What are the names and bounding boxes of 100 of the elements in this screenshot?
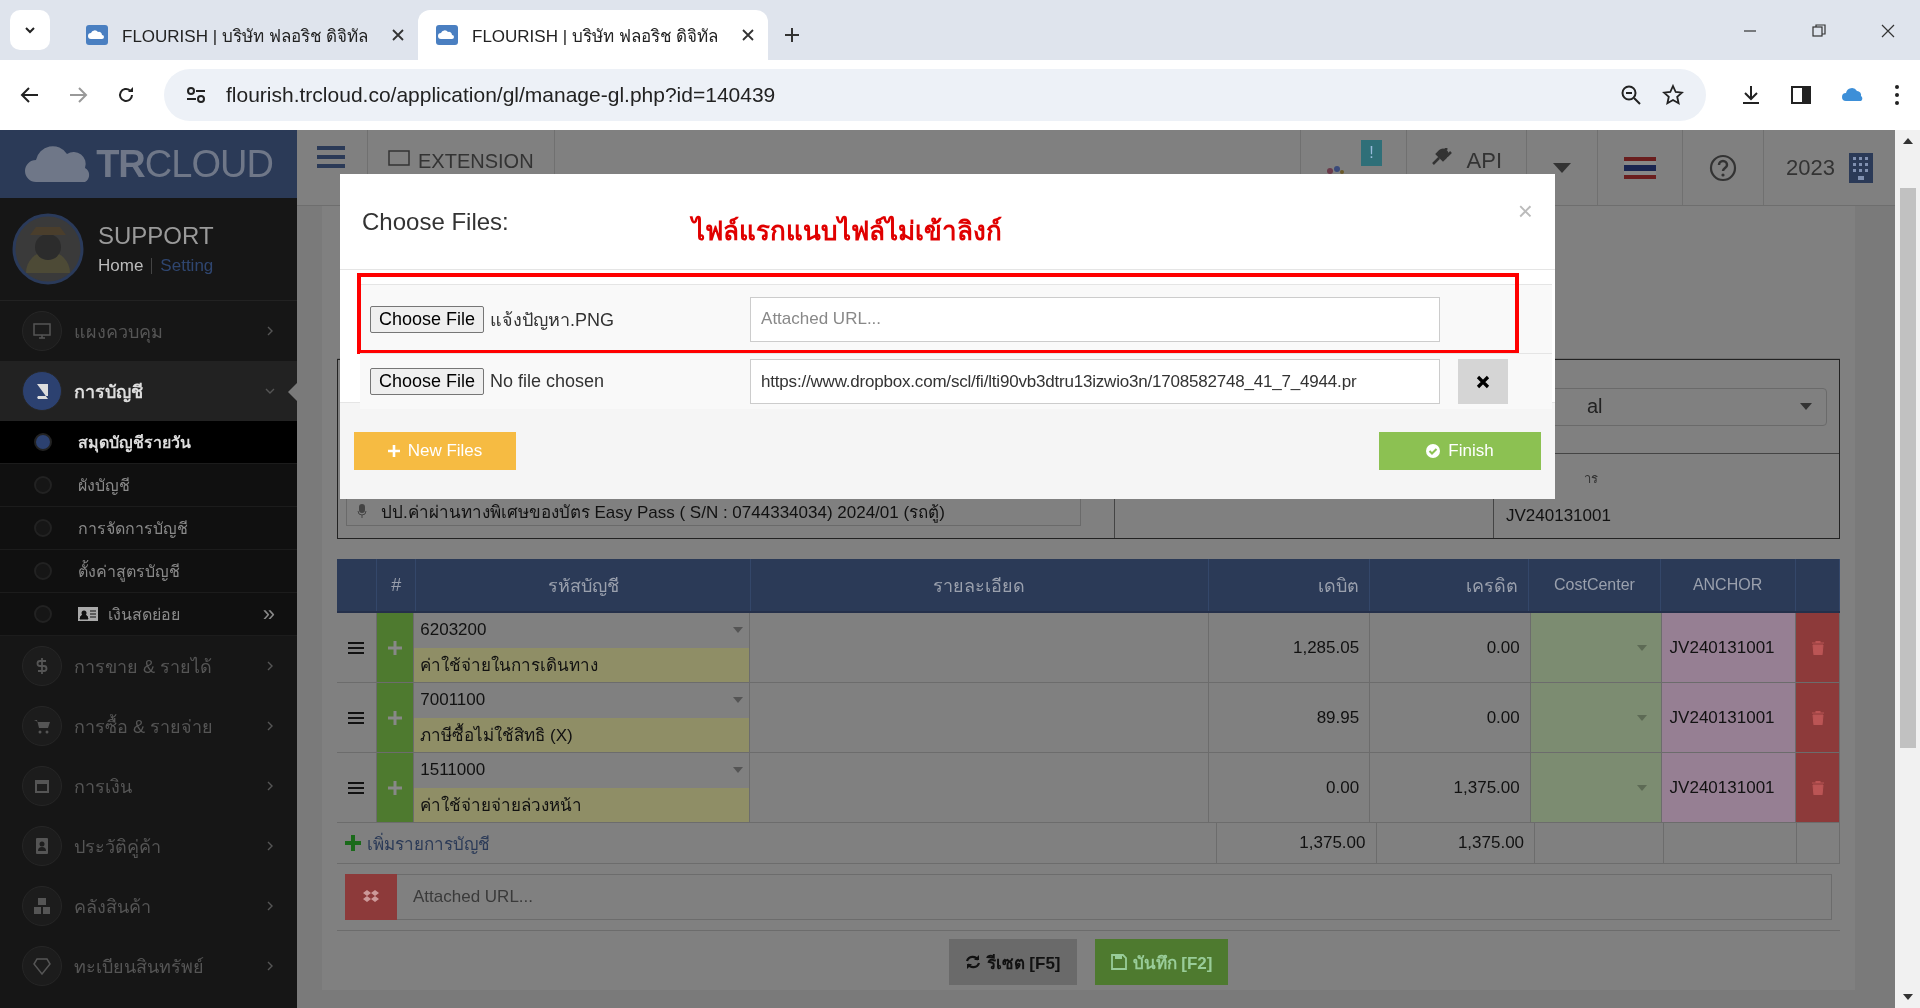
choose-file-button[interactable]: Choose File: [370, 368, 485, 395]
credit-cell[interactable]: 1,375.00: [1370, 753, 1531, 822]
restore-icon[interactable]: [1812, 24, 1826, 38]
plug-icon: [1430, 148, 1453, 166]
reload-icon[interactable]: [116, 85, 136, 105]
caret-icon: [1636, 784, 1647, 791]
choose-file-button[interactable]: Choose File: [370, 305, 485, 333]
dropbox-button[interactable]: [345, 874, 397, 920]
column-header: CostCenter: [1529, 559, 1661, 611]
account-select[interactable]: 6203200: [414, 613, 750, 648]
cloud-icon: [24, 144, 91, 184]
refresh-icon: [964, 954, 981, 970]
url-field[interactable]: https://www.dropbox.com/scl/fi/lti90vb3dtru13izwio3n/1708582748_41_7_4944.pr: [750, 359, 1441, 404]
contact-icon: [33, 837, 51, 855]
help-icon[interactable]: [1709, 153, 1738, 182]
close-icon[interactable]: [392, 29, 404, 41]
chevron-right-icon: [265, 961, 275, 971]
sidebar-item[interactable]: ทะเบียนสินทรัพย์: [0, 936, 297, 996]
account-select[interactable]: 1511000: [414, 753, 750, 788]
anchor-cell[interactable]: JV240131001: [1661, 753, 1797, 822]
scrollbar[interactable]: [1895, 130, 1920, 1008]
cart-icon: [33, 717, 51, 735]
trash-icon: [1811, 710, 1824, 725]
star-icon[interactable]: [1662, 84, 1684, 106]
logo-bar[interactable]: TRCLOUD: [0, 130, 297, 198]
back-icon[interactable]: [20, 85, 40, 105]
reset-button[interactable]: รีเซต [F5]: [948, 939, 1077, 985]
close-icon: [1476, 374, 1491, 389]
floppy-icon: [1110, 954, 1127, 970]
drag-handle-icon[interactable]: [348, 710, 365, 725]
caret-icon: [733, 697, 744, 704]
address-bar[interactable]: flourish.trcloud.co/application/gl/manage-gl.php?id=140439: [164, 69, 1706, 121]
account-name: ภาษีซื้อไม่ใช้สิทธิ (X): [414, 717, 750, 752]
sidebar-item[interactable]: แผงควบคุม: [0, 301, 297, 361]
chevron-right-icon: [265, 841, 275, 851]
download-icon[interactable]: [1740, 84, 1762, 106]
save-button[interactable]: บันทึก [F2]: [1094, 939, 1229, 985]
debit-cell[interactable]: 0.00: [1208, 753, 1371, 822]
debit-cell[interactable]: 89.95: [1208, 683, 1371, 752]
credit-cell[interactable]: 0.00: [1370, 683, 1531, 752]
diamond-icon: [33, 957, 51, 975]
caret-icon: [733, 627, 744, 634]
close-icon[interactable]: [1881, 24, 1895, 38]
logo-text: TRCLOUD: [96, 142, 273, 186]
account-name: ค่าใช้จ่ายจ่ายล่วงหน้า: [414, 787, 750, 822]
column-header: ANCHOR: [1660, 559, 1796, 611]
notification-badge: !: [1361, 140, 1382, 166]
remove-button[interactable]: [1458, 359, 1509, 404]
url-field[interactable]: Attached URL...: [750, 296, 1441, 342]
column-header: เครดิต: [1369, 559, 1530, 611]
drag-handle-icon[interactable]: [348, 640, 365, 655]
sidebar-item[interactable]: การเงิน: [0, 756, 297, 816]
sidebar-item[interactable]: ประวัติคู่ค้า: [0, 816, 297, 876]
add-row-link[interactable]: เพิ่มรายการบัญชี: [337, 823, 1217, 863]
sidebar-item[interactable]: คลังสินค้า: [0, 876, 297, 936]
sidebar-subitem[interactable]: การจัดการบัญชี: [0, 507, 297, 550]
attached-url-field[interactable]: Attached URL...: [397, 874, 1832, 920]
sidebar-item[interactable]: การซื้อ & รายจ่าย: [0, 696, 297, 756]
credit-total: 1,375.00: [1376, 823, 1536, 863]
drag-handle-icon[interactable]: [348, 780, 365, 795]
column-header: #: [377, 559, 416, 611]
caret-icon: [1800, 403, 1812, 410]
new-tab-icon[interactable]: [784, 27, 800, 43]
sidebar-item[interactable]: การขาย & รายได้: [0, 636, 297, 696]
caret-icon: [1636, 714, 1647, 721]
cubes-icon: [33, 897, 51, 915]
zoom-icon[interactable]: [1620, 84, 1642, 106]
menu-icon[interactable]: [1894, 84, 1900, 106]
credit-cell[interactable]: 0.00: [1370, 613, 1531, 682]
sidebar-subitem[interactable]: ตั้งค่าสูตรบัญชี: [0, 550, 297, 593]
sidebar-subitem[interactable]: เงินสดย่อย »: [0, 593, 297, 636]
scroll-down-icon[interactable]: [1902, 994, 1913, 1000]
cloud-icon: [86, 25, 108, 45]
close-icon[interactable]: [742, 29, 754, 41]
account-name: ค่าใช้จ่ายในการเดินทาง: [414, 647, 750, 682]
trash-icon: [1811, 640, 1824, 655]
year-label[interactable]: 2023: [1786, 154, 1835, 181]
side-panel-icon[interactable]: [1790, 84, 1812, 106]
sidebar-subitem[interactable]: สมุดบัญชีรายวัน: [0, 421, 297, 464]
site-info-icon[interactable]: [186, 86, 206, 104]
user-name: SUPPORT: [98, 222, 214, 250]
user-link[interactable]: Home: [98, 256, 144, 276]
chevron-right-icon: [265, 901, 275, 911]
file-name: แจ้งปัญหา.PNG: [490, 308, 616, 332]
anchor-cell[interactable]: JV240131001: [1661, 683, 1797, 752]
browser-tab[interactable]: FLOURISH | บริษัท ฟลอริช ดิจิทัล: [68, 10, 418, 60]
forward-icon[interactable]: [68, 85, 88, 105]
anchor-cell[interactable]: JV240131001: [1661, 613, 1797, 682]
timeline-dot: [34, 433, 52, 451]
browser-tab[interactable]: FLOURISH | บริษัท ฟลอริช ดิจิทัล: [418, 10, 768, 60]
sidebar-subitem[interactable]: ผังบัญชี: [0, 464, 297, 507]
scroll-up-icon[interactable]: [1902, 138, 1913, 144]
debit-cell[interactable]: 1,285.05: [1208, 613, 1371, 682]
caret-icon[interactable]: [1553, 162, 1572, 173]
flag-icon[interactable]: [1624, 156, 1657, 179]
sidebar-item[interactable]: การบัญชี: [0, 361, 297, 421]
api-menu[interactable]: API: [1466, 148, 1503, 174]
account-select[interactable]: 7001100: [414, 683, 750, 718]
window-icon: [388, 150, 410, 166]
dropbox-icon: [363, 890, 379, 904]
